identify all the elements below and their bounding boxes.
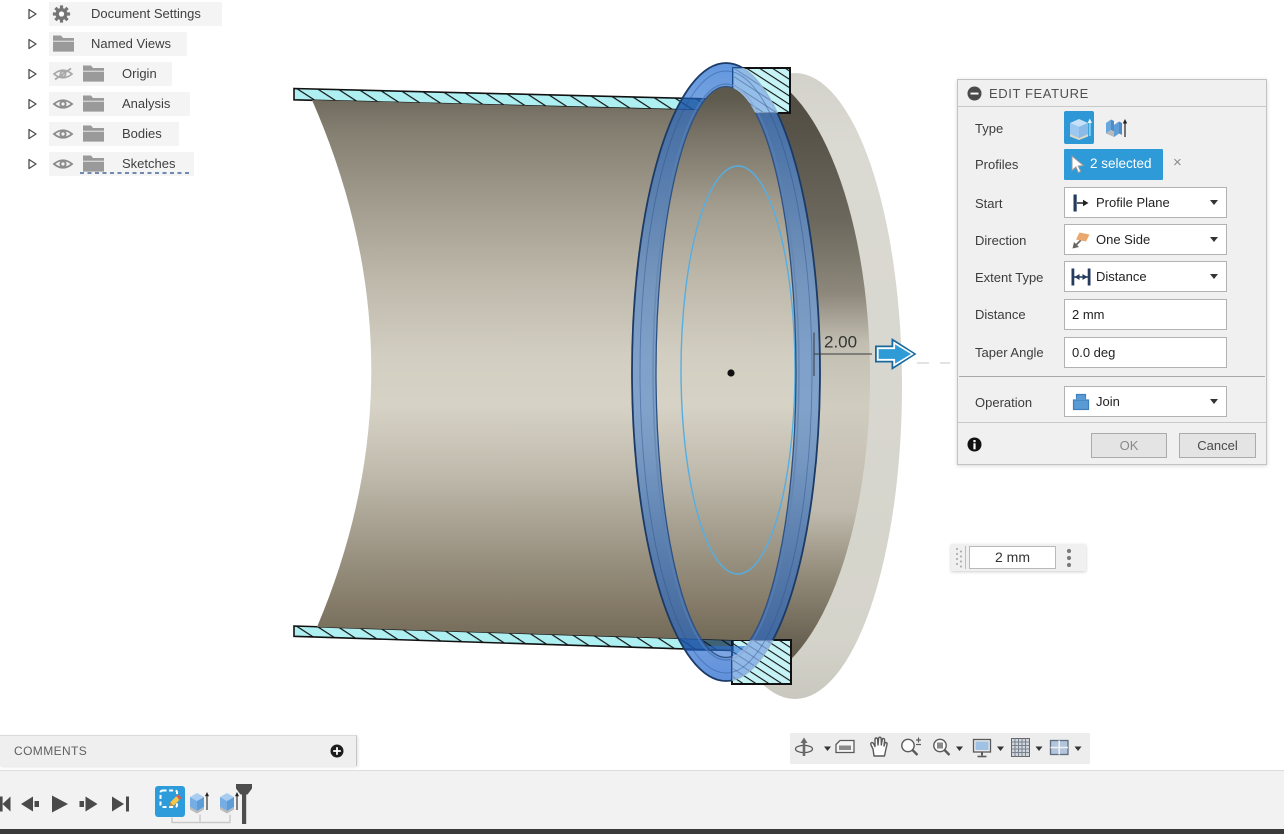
- svg-text:2.00: 2.00: [824, 333, 857, 352]
